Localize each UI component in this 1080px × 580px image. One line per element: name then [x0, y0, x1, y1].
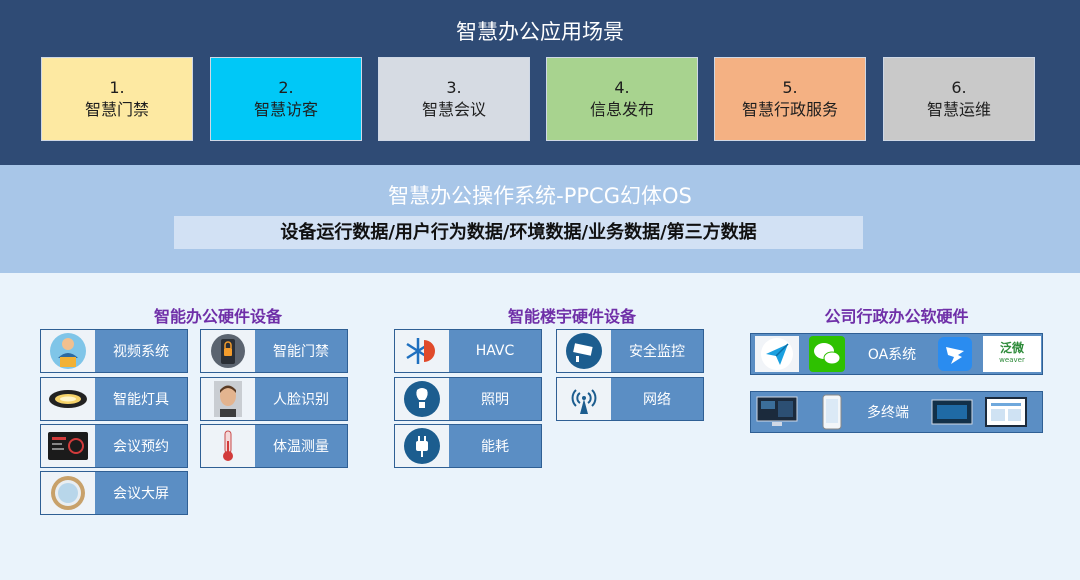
device-meeting-booking[interactable]: 会议预约 [40, 424, 188, 468]
wechat-icon [807, 336, 847, 372]
data-sources-bar: 设备运行数据/用户行为数据/环境数据/业务数据/第三方数据 [174, 216, 863, 249]
device-label: 会议大屏 [113, 486, 169, 502]
face-photo-icon [201, 378, 255, 420]
multi-terminal-panel[interactable]: 多终端 [750, 391, 1043, 433]
plug-icon [395, 425, 449, 467]
device-face-recognition[interactable]: 人脸识别 [200, 377, 348, 421]
meeting-panel-icon [41, 425, 95, 467]
device-label: HAVC [475, 343, 515, 359]
scene-label: 智慧行政服务 [741, 100, 838, 119]
device-temperature[interactable]: 体温测量 [200, 424, 348, 468]
building-hardware-title: 智能楼宇硬件设备 [507, 307, 636, 326]
device-label: 视频系统 [113, 344, 169, 360]
scene-num: 6. [951, 78, 967, 97]
device-label: 网络 [643, 392, 671, 408]
device-lighting[interactable]: 照明 [394, 377, 542, 421]
device-label: 安全监控 [629, 344, 685, 360]
scene-card-visitor[interactable]: 2. 智慧访客 [210, 57, 362, 141]
wifi-antenna-icon [557, 378, 611, 420]
device-label: 照明 [481, 392, 509, 408]
os-layer: 智慧办公操作系统-PPCG幻体OS 设备运行数据/用户行为数据/环境数据/业务数… [0, 165, 1080, 273]
device-label: 体温测量 [273, 439, 329, 455]
bulb-icon [395, 378, 449, 420]
scene-card-access[interactable]: 1. 智慧门禁 [41, 57, 193, 141]
ceiling-lamp-icon [41, 378, 95, 420]
device-security-monitor[interactable]: 安全监控 [556, 329, 704, 373]
scene-label: 智慧会议 [421, 100, 486, 119]
hvac-icon [395, 330, 449, 372]
phone-icon [817, 394, 847, 430]
scene-banner-title: 智慧办公应用场景 [456, 20, 624, 44]
device-hvac[interactable]: HAVC [394, 329, 542, 373]
scene-label: 智慧门禁 [84, 100, 149, 119]
device-smart-lamp[interactable]: 智能灯具 [40, 377, 188, 421]
scene-num: 5. [782, 78, 798, 97]
device-label: 能耗 [481, 439, 509, 455]
device-smart-access[interactable]: 智能门禁 [200, 329, 348, 373]
admin-software-title: 公司行政办公软硬件 [824, 307, 969, 326]
device-label: 人脸识别 [273, 392, 329, 408]
fanwei-logo: 泛微 weaver [983, 336, 1041, 372]
device-label: 智能灯具 [113, 392, 169, 408]
tablet-icon [929, 394, 975, 430]
device-video-system[interactable]: 视频系统 [40, 329, 188, 373]
monitor-icon [755, 394, 799, 430]
scene-num: 3. [446, 78, 462, 97]
os-title: 智慧办公操作系统-PPCG幻体OS [388, 184, 692, 208]
device-meeting-screen[interactable]: 会议大屏 [40, 471, 188, 515]
scene-banner: 智慧办公应用场景 1. 智慧门禁 2. 智慧访客 3. 智慧会议 4. 信息发布… [0, 0, 1080, 165]
device-label: 智能门禁 [273, 344, 329, 360]
scene-num: 4. [614, 78, 630, 97]
scene-card-info-publish[interactable]: 4. 信息发布 [546, 57, 698, 141]
scene-label: 智慧运维 [926, 100, 991, 119]
device-energy[interactable]: 能耗 [394, 424, 542, 468]
paper-plane-icon [755, 336, 799, 372]
camera-icon [557, 330, 611, 372]
scene-card-admin-service[interactable]: 5. 智慧行政服务 [714, 57, 866, 141]
fanwei-logo-text: 泛微 [999, 341, 1024, 355]
multi-terminal-label: 多终端 [867, 405, 909, 421]
round-screen-icon [41, 472, 95, 514]
dingtalk-icon [937, 336, 973, 372]
scene-card-meeting[interactable]: 3. 智慧会议 [378, 57, 530, 141]
device-network[interactable]: 网络 [556, 377, 704, 421]
thermometer-icon [201, 425, 255, 467]
video-presenter-icon [41, 330, 95, 372]
device-label: 会议预约 [113, 439, 169, 455]
fanwei-logo-sub: weaver [999, 356, 1025, 364]
dashboard-icon [983, 394, 1029, 430]
device-layer: 智能办公硬件设备 智能楼宇硬件设备 公司行政办公软硬件 视频系统 智能灯具 会议… [0, 273, 1080, 580]
scene-num: 2. [278, 78, 294, 97]
scene-label: 智慧访客 [253, 100, 318, 119]
scene-label: 信息发布 [589, 100, 654, 119]
scene-num: 1. [109, 78, 125, 97]
oa-system-panel[interactable]: OA系统 泛微 weaver [750, 333, 1043, 375]
office-hardware-title: 智能办公硬件设备 [153, 307, 282, 326]
scene-card-operations[interactable]: 6. 智慧运维 [883, 57, 1035, 141]
smart-lock-icon [201, 330, 255, 372]
oa-system-label: OA系统 [867, 347, 917, 363]
